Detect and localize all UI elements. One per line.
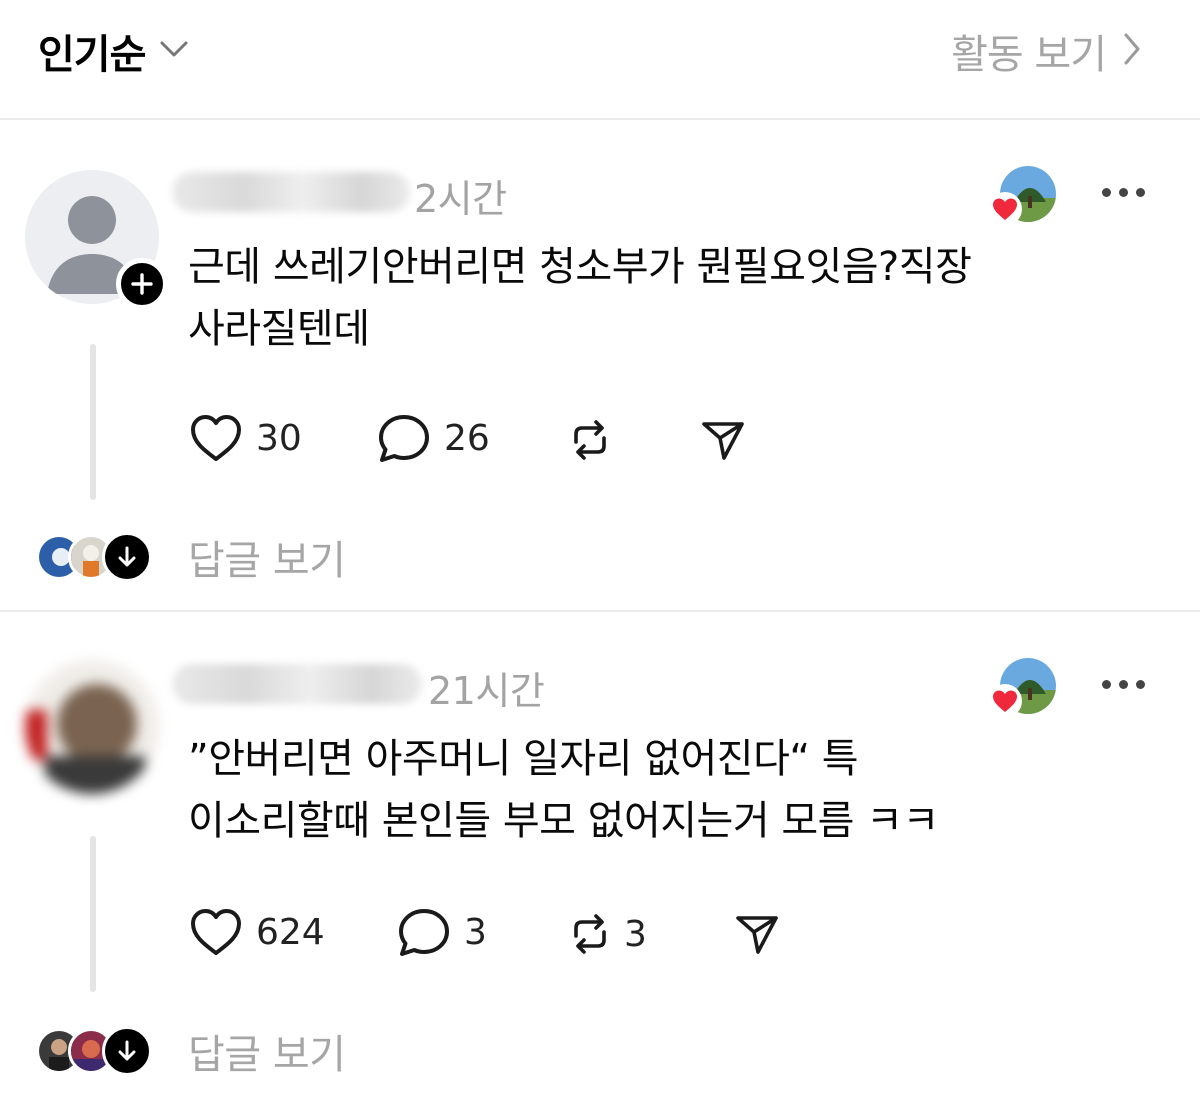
thread-line [90, 344, 96, 500]
share-button[interactable] [734, 912, 780, 956]
like-count: 30 [256, 417, 302, 459]
view-replies-label[interactable]: 답글 보기 [188, 528, 346, 586]
send-icon [702, 422, 744, 460]
follow-button[interactable] [116, 258, 168, 310]
thread-line [90, 836, 96, 992]
repost-button[interactable]: 3 [568, 912, 647, 956]
heart-badge-icon [988, 192, 1022, 226]
chevron-right-icon [1122, 32, 1142, 70]
comment-text: ”안버리면 아주머니 일자리 없어진다“ 특 이소리할때 본인들 부모 없어지는… [188, 728, 1088, 852]
comment-text-line: 근데 쓰레기안버리면 청소부가 뭔필요잇음?직장 [188, 244, 972, 290]
comment-text: 근데 쓰레기안버리면 청소부가 뭔필요잇음?직장 사라질텐데 [188, 236, 1088, 360]
timestamp: 2시간 [414, 177, 507, 221]
sort-label: 인기순 [38, 32, 146, 78]
view-activity-link[interactable]: 활동 보기 [951, 22, 1142, 80]
repost-icon [574, 420, 606, 460]
timestamp: 21시간 [428, 669, 545, 713]
like-button[interactable]: 30 [188, 412, 302, 464]
repost-button[interactable] [568, 418, 624, 462]
expand-replies-button[interactable] [102, 532, 152, 582]
blurred-username[interactable] [172, 172, 410, 212]
share-button[interactable] [700, 418, 746, 462]
comment-button[interactable]: 26 [376, 412, 490, 464]
comment-button[interactable]: 3 [396, 906, 487, 958]
comment-text-line: ”안버리면 아주머니 일자리 없어진다“ 특 [188, 736, 859, 782]
comment-item: 21시간 ”안버리면 아주머니 일자리 없어진다“ 특 이소리할때 본인들 부모… [0, 612, 1200, 1102]
blurred-username[interactable] [172, 664, 422, 704]
like-button[interactable]: 624 [188, 906, 325, 958]
comment-count: 26 [444, 417, 490, 459]
arrow-down-icon [118, 1040, 136, 1061]
send-icon [736, 916, 778, 954]
comments-header: 인기순 활동 보기 [0, 0, 1200, 120]
expand-replies-button[interactable] [102, 1026, 152, 1076]
heart-badge-icon [988, 684, 1022, 718]
avatar[interactable] [25, 660, 159, 794]
heart-icon [191, 909, 241, 955]
plus-icon [131, 273, 153, 295]
comment-count: 3 [464, 911, 487, 953]
comment-text-line: 사라질텐데 [188, 306, 370, 352]
more-icon[interactable] [1102, 680, 1145, 689]
view-replies-row[interactable]: 답글 보기 [36, 528, 346, 586]
repost-icon [574, 914, 606, 954]
comment-bubble-icon [399, 909, 449, 956]
comment-text-line: 이소리할때 본인들 부모 없어지는거 모름 ㅋㅋ [188, 798, 939, 844]
arrow-down-icon [118, 546, 136, 567]
like-count: 624 [256, 911, 325, 953]
repost-count: 3 [624, 913, 647, 955]
heart-icon [191, 415, 241, 461]
sort-dropdown[interactable]: 인기순 [38, 22, 189, 80]
comment-item: 2시간 근데 쓰레기안버리면 청소부가 뭔필요잇음?직장 사라질텐데 30 26 [0, 120, 1200, 610]
comment-bubble-icon [379, 415, 429, 462]
view-replies-label[interactable]: 답글 보기 [188, 1022, 346, 1080]
more-icon[interactable] [1102, 188, 1145, 197]
view-replies-row[interactable]: 답글 보기 [36, 1022, 346, 1080]
chevron-down-icon [159, 39, 189, 63]
activity-label: 활동 보기 [951, 32, 1107, 78]
